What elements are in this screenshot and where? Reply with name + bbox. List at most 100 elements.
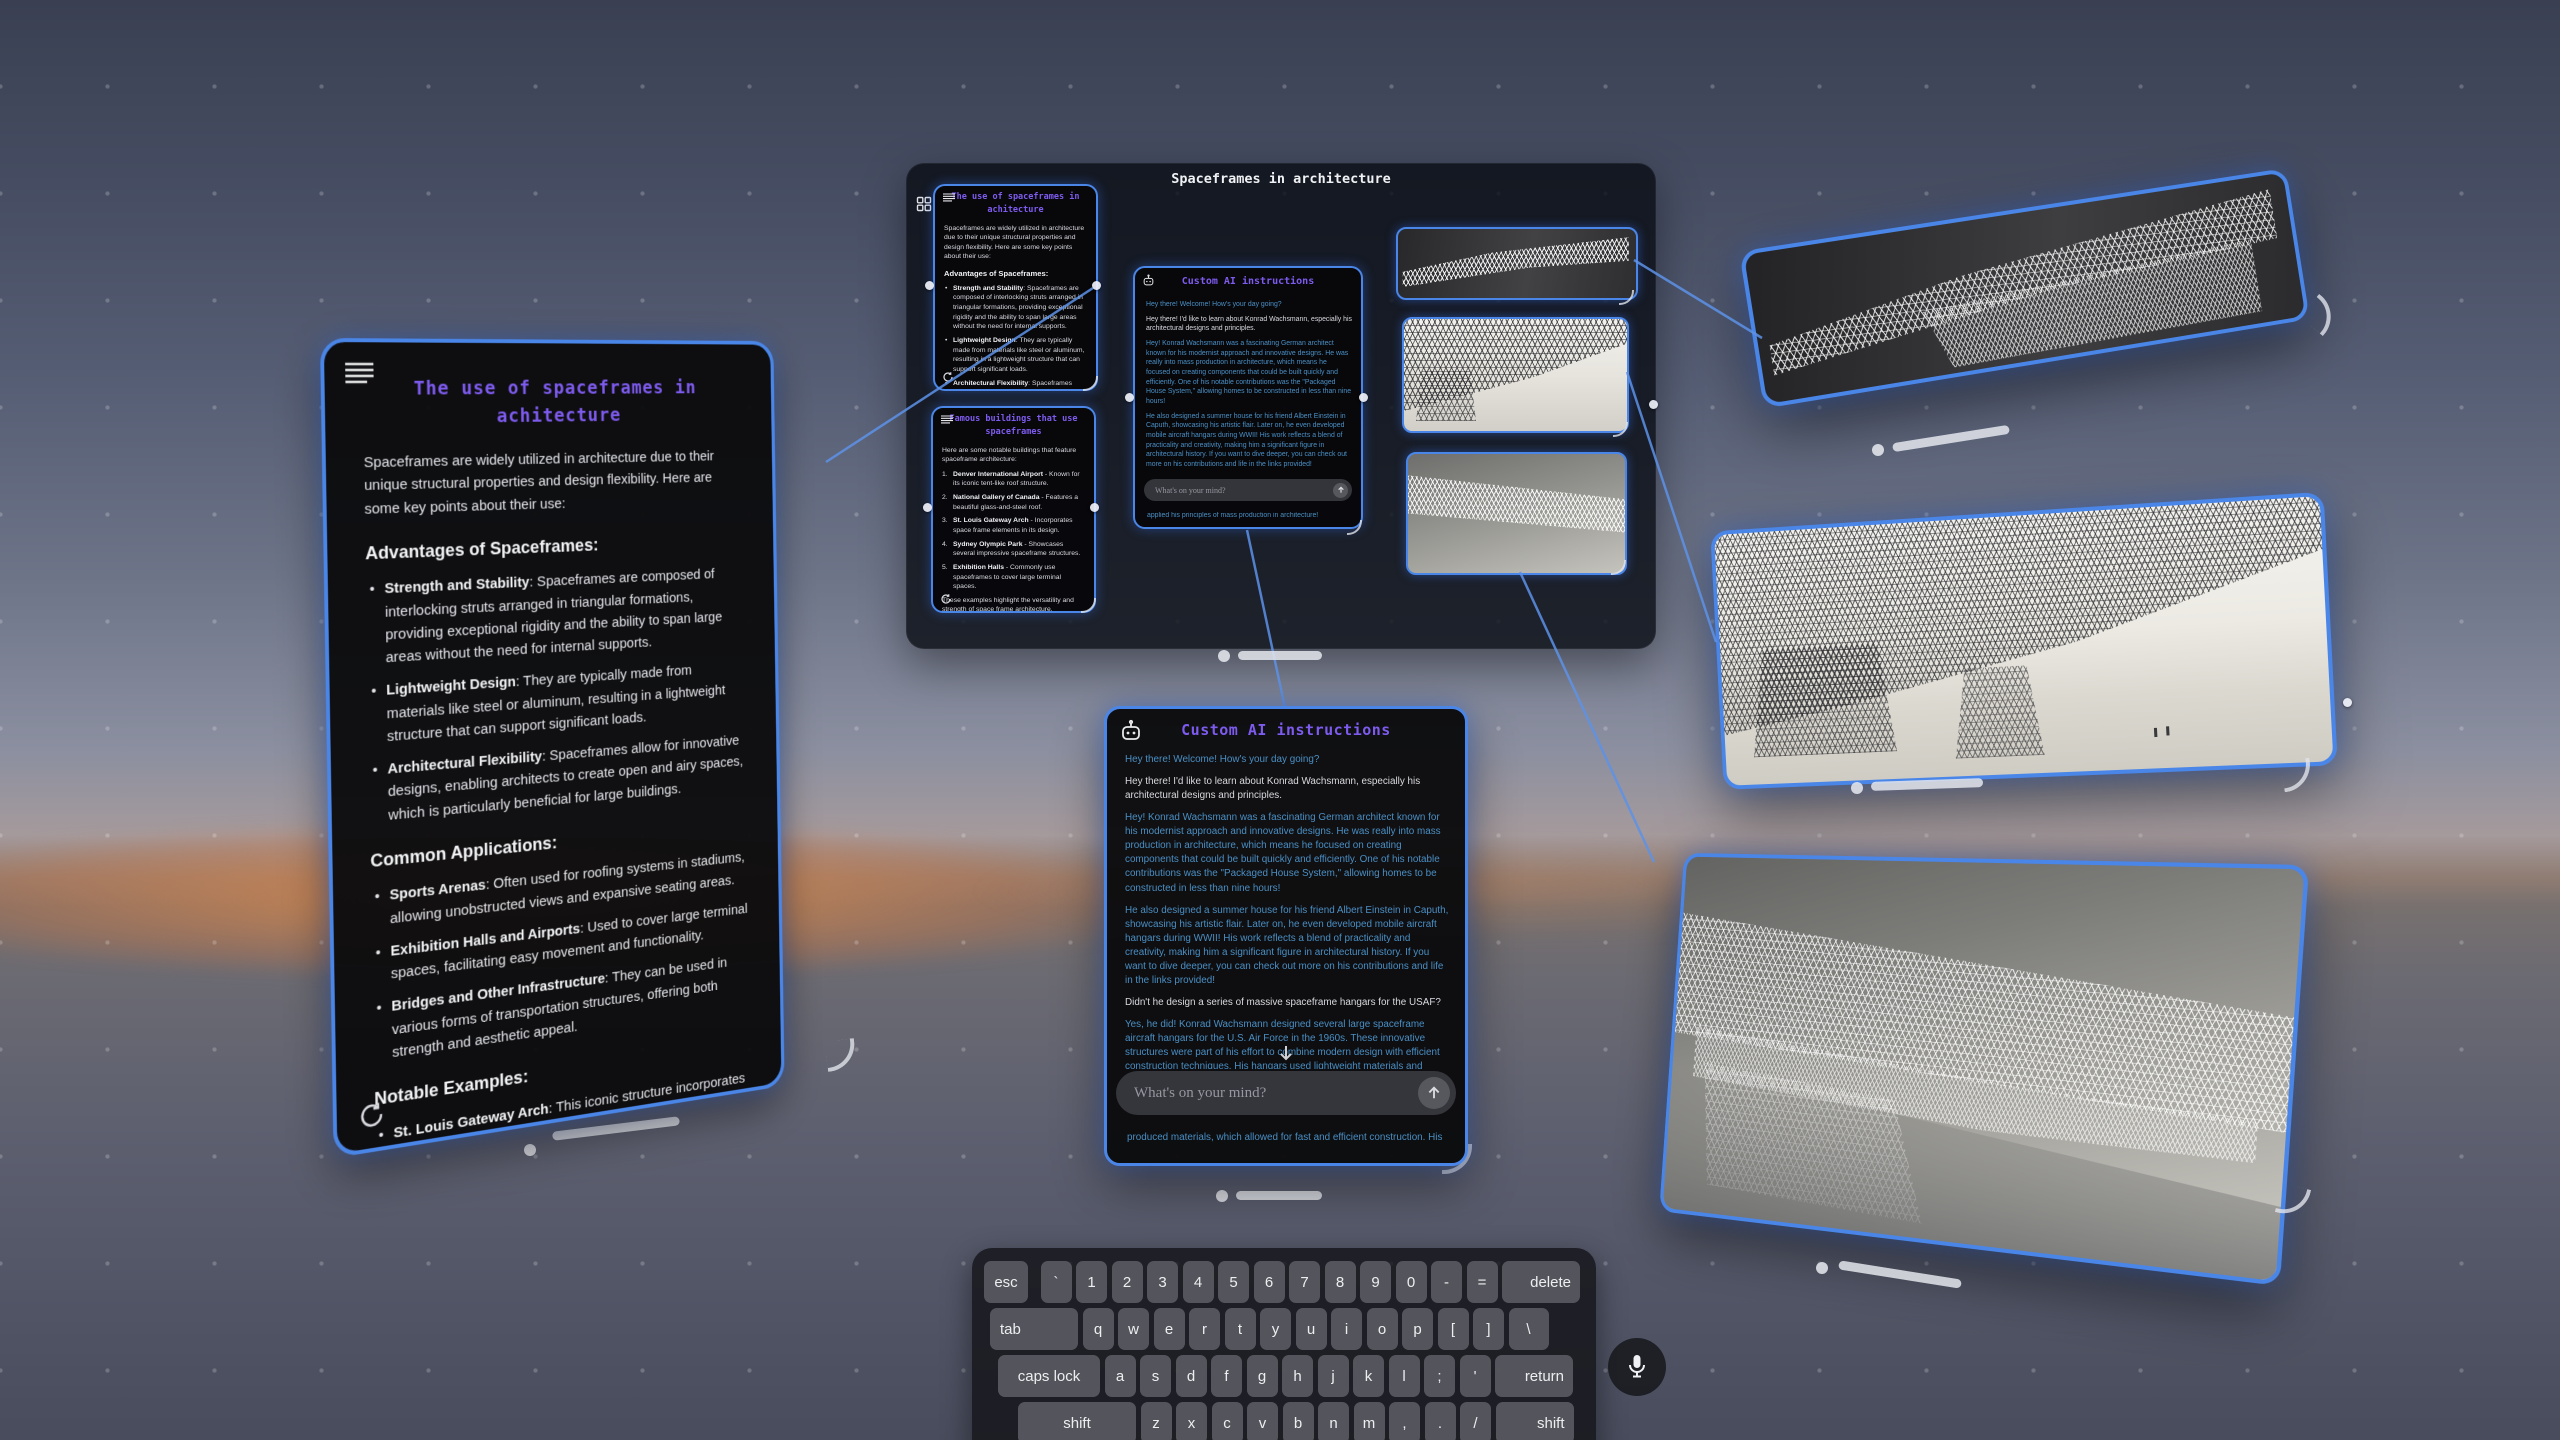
key[interactable]: 5 bbox=[1218, 1261, 1249, 1303]
send-button[interactable] bbox=[1418, 1077, 1450, 1109]
image-window-wireframe-truss[interactable] bbox=[1659, 853, 2309, 1286]
thumbnail-wireframe-truss[interactable] bbox=[1406, 452, 1627, 575]
key[interactable]: z bbox=[1141, 1402, 1172, 1440]
resize-arc[interactable] bbox=[1347, 520, 1362, 535]
drag-handle-dot[interactable] bbox=[524, 1144, 536, 1156]
anchor-dot[interactable] bbox=[1125, 393, 1134, 402]
key[interactable]: 3 bbox=[1147, 1261, 1178, 1303]
key[interactable]: 4 bbox=[1183, 1261, 1214, 1303]
resize-arc[interactable] bbox=[1613, 422, 1628, 437]
key[interactable]: \ bbox=[1509, 1308, 1549, 1350]
key[interactable]: ; bbox=[1424, 1355, 1455, 1397]
scroll-down-icon[interactable] bbox=[1279, 1045, 1293, 1061]
thumbnail-wireframe-hangar[interactable] bbox=[1396, 227, 1638, 300]
key[interactable]: , bbox=[1389, 1402, 1420, 1440]
key[interactable]: esc bbox=[984, 1261, 1028, 1303]
key[interactable]: m bbox=[1354, 1402, 1385, 1440]
key[interactable]: s bbox=[1140, 1355, 1171, 1397]
key[interactable]: d bbox=[1176, 1355, 1207, 1397]
key[interactable]: . bbox=[1425, 1402, 1456, 1440]
buildings-card[interactable]: Famous buildings that use spaceframes He… bbox=[931, 406, 1096, 613]
anchor-dot[interactable] bbox=[1090, 503, 1099, 512]
mic-button[interactable] bbox=[1608, 1338, 1666, 1396]
key[interactable]: c bbox=[1212, 1402, 1243, 1440]
mini-chat-card[interactable]: Custom AI instructions Hey there! Welcom… bbox=[1133, 266, 1363, 529]
key[interactable]: / bbox=[1460, 1402, 1491, 1440]
key[interactable]: 7 bbox=[1289, 1261, 1320, 1303]
key[interactable]: v bbox=[1247, 1402, 1278, 1440]
anchor-dot[interactable] bbox=[925, 281, 934, 290]
key[interactable]: a bbox=[1105, 1355, 1136, 1397]
drag-handle-dot[interactable] bbox=[1216, 1190, 1228, 1202]
key[interactable]: b bbox=[1283, 1402, 1314, 1440]
key[interactable]: shift bbox=[1496, 1402, 1574, 1440]
key[interactable]: tab bbox=[990, 1308, 1078, 1350]
anchor-dot[interactable] bbox=[923, 503, 932, 512]
drag-handle-dot[interactable] bbox=[1872, 444, 1884, 456]
key[interactable]: 2 bbox=[1112, 1261, 1143, 1303]
key[interactable]: j bbox=[1318, 1355, 1349, 1397]
note-card[interactable]: The use of spaceframes in achitecture Sp… bbox=[933, 184, 1098, 391]
key[interactable]: o bbox=[1367, 1308, 1398, 1350]
key[interactable]: t bbox=[1225, 1308, 1256, 1350]
robot-icon[interactable] bbox=[1142, 274, 1155, 287]
key[interactable]: i bbox=[1331, 1308, 1362, 1350]
resize-arc[interactable] bbox=[1619, 290, 1634, 305]
key[interactable]: - bbox=[1431, 1261, 1462, 1303]
key[interactable]: h bbox=[1282, 1355, 1313, 1397]
resize-arc[interactable] bbox=[1081, 598, 1096, 613]
drag-handle-dot[interactable] bbox=[1851, 782, 1863, 794]
virtual-keyboard[interactable]: esc`1234567890-=delete tabqwertyuiop[]\ … bbox=[972, 1248, 1596, 1440]
key[interactable]: return bbox=[1495, 1355, 1573, 1397]
key[interactable]: k bbox=[1353, 1355, 1384, 1397]
key[interactable]: w bbox=[1118, 1308, 1149, 1350]
key[interactable]: [ bbox=[1438, 1308, 1469, 1350]
refresh-icon[interactable] bbox=[940, 593, 952, 605]
key[interactable]: caps lock bbox=[998, 1355, 1100, 1397]
key[interactable]: f bbox=[1211, 1355, 1242, 1397]
anchor-dot[interactable] bbox=[2343, 698, 2352, 707]
mini-chat-inputbar[interactable] bbox=[1144, 479, 1352, 501]
image-window-hangar-photo[interactable] bbox=[1710, 492, 2338, 790]
key[interactable]: g bbox=[1247, 1355, 1278, 1397]
drag-handle[interactable] bbox=[1238, 651, 1322, 660]
key[interactable]: 9 bbox=[1360, 1261, 1391, 1303]
key[interactable]: e bbox=[1154, 1308, 1185, 1350]
key[interactable]: delete bbox=[1502, 1261, 1580, 1303]
key[interactable]: = bbox=[1467, 1261, 1498, 1303]
robot-icon[interactable] bbox=[1119, 719, 1143, 743]
thumbnail-hangar-photo[interactable] bbox=[1402, 317, 1629, 433]
key[interactable]: l bbox=[1389, 1355, 1420, 1397]
anchor-dot[interactable] bbox=[1092, 281, 1101, 290]
key[interactable]: 8 bbox=[1325, 1261, 1356, 1303]
drag-handle-dot[interactable] bbox=[1218, 650, 1230, 662]
resize-arc[interactable] bbox=[1611, 560, 1626, 575]
refresh-icon[interactable] bbox=[357, 1099, 386, 1133]
drag-handle-dot[interactable] bbox=[1816, 1262, 1828, 1274]
menu-icon[interactable] bbox=[943, 193, 955, 202]
send-button[interactable] bbox=[1333, 483, 1348, 498]
key[interactable]: 6 bbox=[1254, 1261, 1285, 1303]
key[interactable]: x bbox=[1176, 1402, 1207, 1440]
key[interactable]: 1 bbox=[1076, 1261, 1107, 1303]
grid-icon[interactable] bbox=[916, 196, 932, 212]
key[interactable]: ] bbox=[1473, 1308, 1504, 1350]
key[interactable]: 0 bbox=[1396, 1261, 1427, 1303]
key[interactable]: q bbox=[1083, 1308, 1114, 1350]
key[interactable]: ` bbox=[1041, 1261, 1072, 1303]
chat-inputbar[interactable] bbox=[1116, 1071, 1456, 1115]
key[interactable]: shift bbox=[1018, 1402, 1136, 1440]
anchor-dot[interactable] bbox=[1359, 393, 1368, 402]
refresh-icon[interactable] bbox=[942, 371, 954, 383]
chat-input[interactable] bbox=[1132, 1084, 1418, 1103]
menu-icon[interactable] bbox=[345, 362, 374, 384]
chat-input[interactable] bbox=[1153, 485, 1333, 496]
drag-handle[interactable] bbox=[1236, 1191, 1322, 1200]
key[interactable]: ' bbox=[1460, 1355, 1491, 1397]
anchor-dot[interactable] bbox=[1649, 400, 1658, 409]
key[interactable]: n bbox=[1318, 1402, 1349, 1440]
key[interactable]: r bbox=[1189, 1308, 1220, 1350]
resize-arc[interactable] bbox=[1083, 376, 1098, 391]
key[interactable]: y bbox=[1260, 1308, 1291, 1350]
key[interactable]: p bbox=[1402, 1308, 1433, 1350]
